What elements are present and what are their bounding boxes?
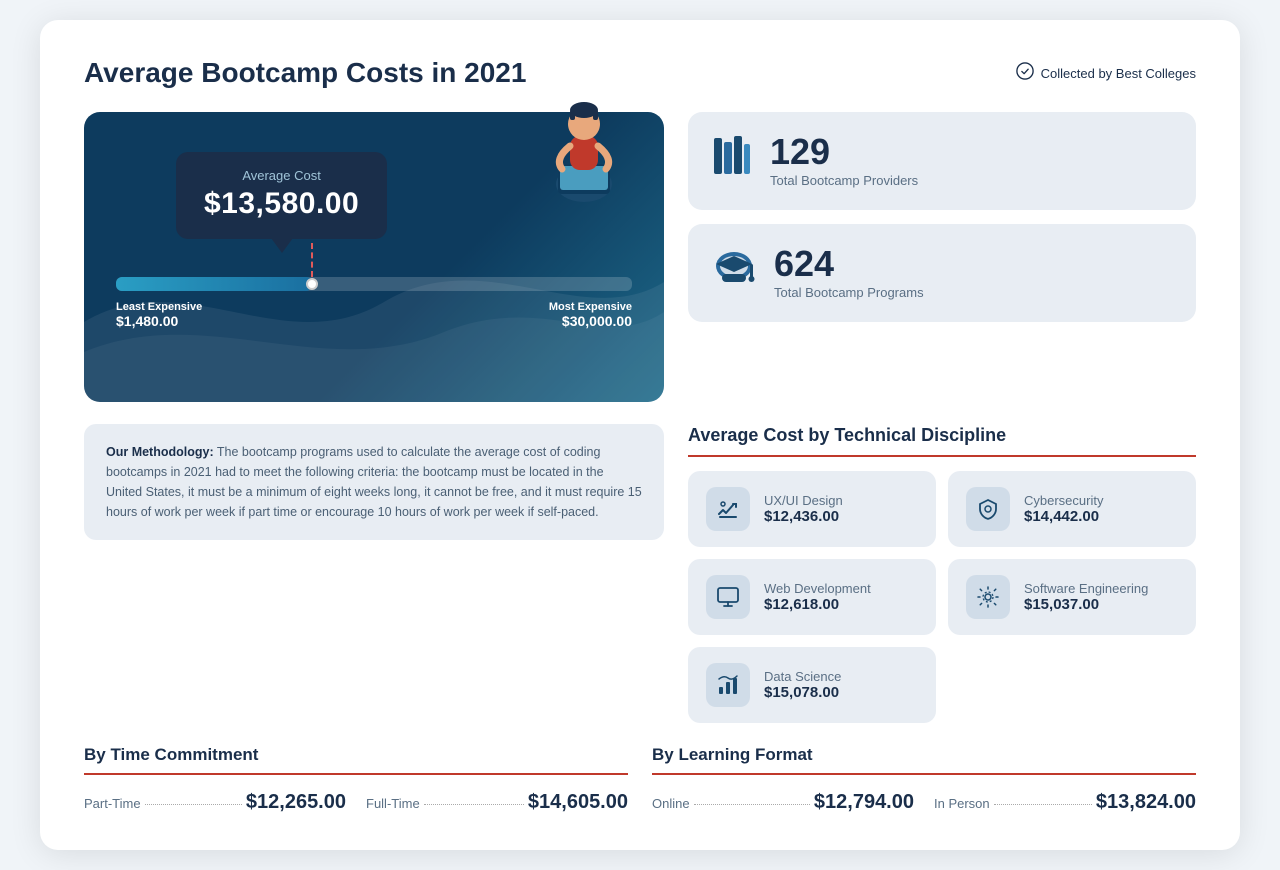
top-row: Average Cost $13,580.00 Least Expensive …	[84, 112, 1196, 402]
methodology-bold: Our Methodology:	[106, 445, 214, 459]
discipline-item-software: Software Engineering $15,037.00	[948, 559, 1196, 635]
discipline-item-uxui: UX/UI Design $12,436.00	[688, 471, 936, 547]
discipline-uxui-cost: $12,436.00	[764, 508, 843, 525]
range-section: Least Expensive $1,480.00 Most Expensive…	[116, 277, 632, 329]
in-person-label: In Person	[934, 796, 990, 811]
discipline-software-info: Software Engineering $15,037.00	[1024, 581, 1148, 613]
discipline-uxui-info: UX/UI Design $12,436.00	[764, 493, 843, 525]
time-commitment-items: Part-Time $12,265.00 Full-Time $14,605.0…	[84, 791, 628, 814]
time-commitment-title: By Time Commitment	[84, 745, 628, 765]
verified-icon	[1016, 62, 1034, 85]
discipline-datascience-info: Data Science $15,078.00	[764, 669, 841, 701]
stat-card-providers: 129 Total Bootcamp Providers	[688, 112, 1196, 210]
in-person-dots	[994, 804, 1092, 805]
methodology-box: Our Methodology: The bootcamp programs u…	[84, 424, 664, 540]
discipline-webdev-name: Web Development	[764, 581, 871, 596]
range-dot	[306, 278, 318, 290]
most-expensive-label: Most Expensive $30,000.00	[549, 301, 632, 329]
online-item: Online $12,794.00	[652, 791, 914, 814]
stat-programs-info: 624 Total Bootcamp Programs	[774, 246, 924, 300]
part-time-item: Part-Time $12,265.00	[84, 791, 346, 814]
stat-programs-number: 624	[774, 246, 924, 282]
bottom-row: By Time Commitment Part-Time $12,265.00 …	[84, 745, 1196, 814]
learning-format-section: By Learning Format Online $12,794.00 In …	[652, 745, 1196, 814]
main-title: Average Bootcamp Costs in 2021	[84, 56, 526, 90]
discipline-cybersecurity-name: Cybersecurity	[1024, 493, 1103, 508]
avg-cost-label: Average Cost	[204, 168, 359, 183]
time-commitment-section: By Time Commitment Part-Time $12,265.00 …	[84, 745, 628, 814]
range-bar-fill	[116, 277, 312, 291]
discipline-item-datascience: Data Science $15,078.00	[688, 647, 936, 723]
online-label: Online	[652, 796, 690, 811]
discipline-uxui-name: UX/UI Design	[764, 493, 843, 508]
stat-providers-info: 129 Total Bootcamp Providers	[770, 134, 918, 188]
learning-format-divider	[652, 773, 1196, 775]
range-dotted-line	[311, 243, 313, 277]
full-time-item: Full-Time $14,605.00	[366, 791, 628, 814]
online-dots	[694, 804, 810, 805]
discipline-title: Average Cost by Technical Discipline	[688, 424, 1196, 447]
monitor-icon	[706, 575, 750, 619]
least-expensive-label: Least Expensive $1,480.00	[116, 301, 202, 329]
discipline-item-cybersecurity: Cybersecurity $14,442.00	[948, 471, 1196, 547]
part-time-dots	[145, 804, 242, 805]
discipline-grid: UX/UI Design $12,436.00 Cybersecurity	[688, 471, 1196, 723]
stats-col: 129 Total Bootcamp Providers 6	[688, 112, 1196, 322]
shield-icon	[966, 487, 1010, 531]
collected-by: Collected by Best Colleges	[1016, 62, 1196, 85]
main-row: Our Methodology: The bootcamp programs u…	[84, 424, 1196, 723]
avg-cost-value: $13,580.00	[204, 187, 359, 221]
avg-cost-bubble: Average Cost $13,580.00	[176, 152, 387, 239]
gear-icon	[966, 575, 1010, 619]
discipline-software-name: Software Engineering	[1024, 581, 1148, 596]
discipline-divider	[688, 455, 1196, 457]
discipline-software-cost: $15,037.00	[1024, 596, 1148, 613]
online-value: $12,794.00	[814, 791, 914, 814]
discipline-section: Average Cost by Technical Discipline	[688, 424, 1196, 723]
stat-card-programs: 624 Total Bootcamp Programs	[688, 224, 1196, 322]
in-person-value: $13,824.00	[1096, 791, 1196, 814]
range-labels: Least Expensive $1,480.00 Most Expensive…	[116, 301, 632, 329]
discipline-cybersecurity-cost: $14,442.00	[1024, 508, 1103, 525]
stat-providers-number: 129	[770, 134, 918, 170]
part-time-value: $12,265.00	[246, 791, 346, 814]
figure-illustration	[534, 74, 634, 214]
range-bar-track	[116, 277, 632, 291]
time-commitment-divider	[84, 773, 628, 775]
discipline-datascience-name: Data Science	[764, 669, 841, 684]
discipline-webdev-cost: $12,618.00	[764, 596, 871, 613]
learning-format-items: Online $12,794.00 In Person $13,824.00	[652, 791, 1196, 814]
header: Average Bootcamp Costs in 2021 Collected…	[84, 56, 1196, 90]
discipline-cybersecurity-info: Cybersecurity $14,442.00	[1024, 493, 1103, 525]
discipline-datascience-cost: $15,078.00	[764, 684, 841, 701]
full-time-label: Full-Time	[366, 796, 420, 811]
full-time-value: $14,605.00	[528, 791, 628, 814]
part-time-label: Part-Time	[84, 796, 141, 811]
discipline-webdev-info: Web Development $12,618.00	[764, 581, 871, 613]
stat-providers-label: Total Bootcamp Providers	[770, 173, 918, 188]
books-icon	[712, 134, 752, 187]
stat-programs-label: Total Bootcamp Programs	[774, 285, 924, 300]
hero-card: Average Cost $13,580.00 Least Expensive …	[84, 112, 664, 402]
main-card: Average Bootcamp Costs in 2021 Collected…	[40, 20, 1240, 850]
chart-icon	[706, 663, 750, 707]
collected-by-text: Collected by Best Colleges	[1041, 66, 1196, 81]
graduation-icon	[712, 246, 756, 299]
design-icon	[706, 487, 750, 531]
in-person-item: In Person $13,824.00	[934, 791, 1196, 814]
full-time-dots	[424, 804, 524, 805]
discipline-item-webdev: Web Development $12,618.00	[688, 559, 936, 635]
learning-format-title: By Learning Format	[652, 745, 1196, 765]
